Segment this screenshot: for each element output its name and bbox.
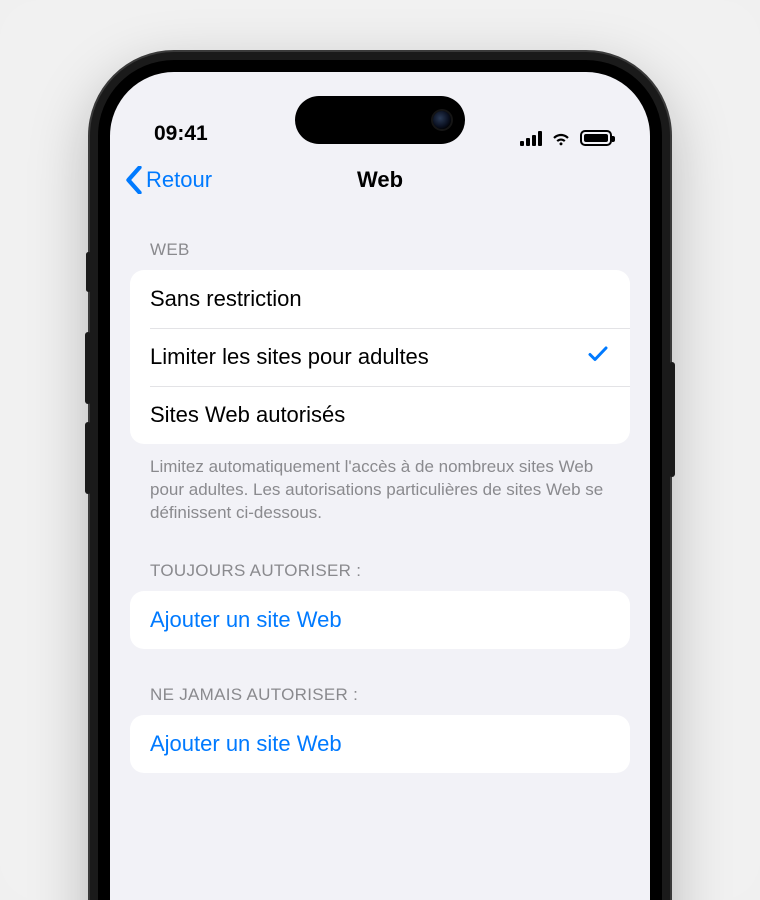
- mute-switch[interactable]: [86, 252, 91, 292]
- option-allowed-only[interactable]: Sites Web autorisés: [130, 386, 630, 444]
- option-unrestricted[interactable]: Sans restriction: [130, 270, 630, 328]
- add-website-allow-button[interactable]: Ajouter un site Web: [130, 591, 630, 649]
- back-button[interactable]: Retour: [124, 166, 212, 194]
- cellular-icon: [520, 131, 542, 146]
- checkmark-icon: [586, 342, 610, 372]
- section-footer-web: Limitez automatiquement l'accès à de nom…: [130, 444, 630, 525]
- page-title: Web: [357, 167, 403, 193]
- nav-bar: Retour Web: [110, 152, 650, 208]
- phone-frame: 09:41: [90, 52, 670, 900]
- add-website-never-button[interactable]: Ajouter un site Web: [130, 715, 630, 773]
- volume-down-button[interactable]: [85, 422, 91, 494]
- dynamic-island: [295, 96, 465, 144]
- wifi-icon: [550, 130, 572, 146]
- option-label: Sites Web autorisés: [150, 402, 345, 428]
- section-header-web: WEB: [130, 230, 630, 270]
- option-limit-adult[interactable]: Limiter les sites pour adultes: [130, 328, 630, 386]
- section-header-never: NE JAMAIS AUTORISER :: [130, 675, 630, 715]
- volume-up-button[interactable]: [85, 332, 91, 404]
- status-time: 09:41: [154, 122, 208, 146]
- never-allow-group: Ajouter un site Web: [130, 715, 630, 773]
- option-label: Limiter les sites pour adultes: [150, 344, 429, 370]
- section-header-allow: TOUJOURS AUTORISER :: [130, 551, 630, 591]
- web-options-group: Sans restriction Limiter les sites pour …: [130, 270, 630, 444]
- option-label: Sans restriction: [150, 286, 302, 312]
- back-label: Retour: [146, 167, 212, 193]
- screen: 09:41: [110, 72, 650, 900]
- battery-icon: [580, 130, 612, 146]
- chevron-left-icon: [124, 166, 144, 194]
- power-button[interactable]: [669, 362, 675, 477]
- add-website-label: Ajouter un site Web: [150, 607, 342, 633]
- add-website-label: Ajouter un site Web: [150, 731, 342, 757]
- front-camera-icon: [433, 111, 451, 129]
- always-allow-group: Ajouter un site Web: [130, 591, 630, 649]
